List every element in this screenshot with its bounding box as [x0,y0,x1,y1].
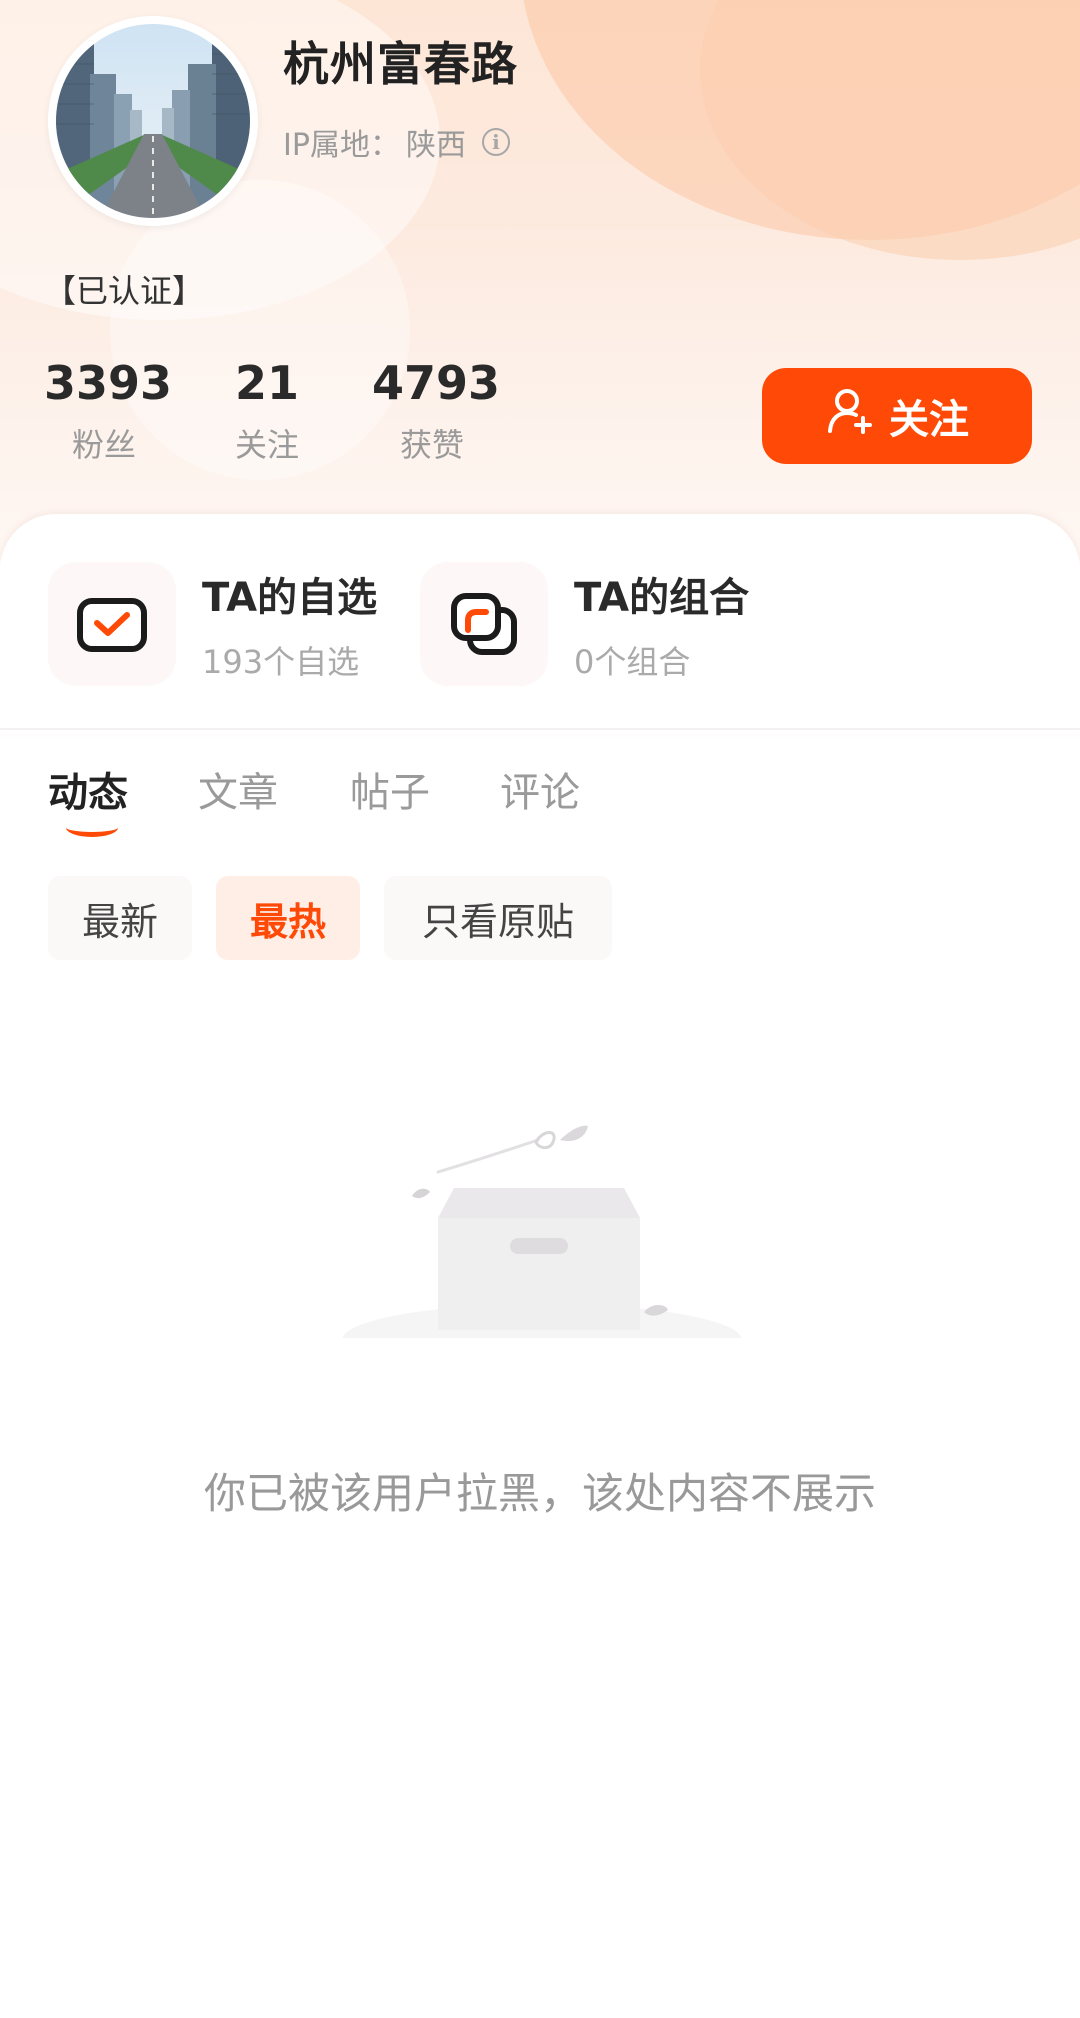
stat-label: 粉丝 [71,426,136,464]
stat-following[interactable]: 21 关注 [222,360,312,466]
tab-articles[interactable]: 文章 [198,760,278,818]
follow-button[interactable]: 关注 [762,368,1032,464]
watchlist-check-icon [48,562,176,686]
tab-feed[interactable]: 动态 [48,760,128,818]
profile-header: 杭州富春路 IP属地： 陕西 i 【已认证】 3393 粉丝 21 关注 479… [0,0,1080,560]
stat-value: 4793 [372,356,501,410]
tab-comments[interactable]: 评论 [500,760,580,818]
stat-value: 3393 [44,356,173,410]
blocked-message: 你已被该用户拉黑，该处内容不展示 [203,1469,876,1518]
watchlist-entry[interactable]: TA的自选 193个自选 [48,562,377,686]
add-user-icon [825,386,875,446]
entry-subtitle: 0个组合 [574,643,691,681]
filter-latest[interactable]: 最新 [48,876,192,960]
avatar-image [56,24,250,218]
active-tab-indicator [66,818,118,837]
entry-subtitle: 193个自选 [202,643,360,681]
tab-posts[interactable]: 帖子 [350,760,430,818]
portfolio-text: TA的组合 0个组合 [574,565,749,683]
watchlist-text: TA的自选 193个自选 [202,565,377,683]
info-icon[interactable]: i [481,128,510,156]
avatar[interactable] [48,16,258,226]
stat-label: 获赞 [399,426,464,464]
username: 杭州富春路 [283,37,518,91]
filter-hottest[interactable]: 最热 [216,876,360,960]
stat-value: 21 [234,356,299,410]
entry-title: TA的自选 [202,575,378,621]
empty-box-icon [338,1120,746,1376]
verified-badge: 【已认证】 [44,272,205,310]
entries-card: TA的自选 193个自选 TA的组合 0个组合 [0,514,1080,734]
section-divider [0,728,1080,730]
ip-location: 陕西 [405,128,466,163]
filter-original-only[interactable]: 只看原贴 [384,876,612,960]
ip-location-row: IP属地： 陕西 i [283,120,510,164]
follow-button-label: 关注 [889,397,969,443]
ip-label: IP属地： [283,128,400,163]
stat-fans[interactable]: 3393 粉丝 [44,356,173,466]
portfolio-entry[interactable]: TA的组合 0个组合 [420,562,749,686]
stat-label: 关注 [234,426,299,464]
stat-likes[interactable]: 4793 获赞 [372,356,501,466]
entry-title: TA的组合 [574,575,750,621]
stats-row: 3393 粉丝 21 关注 4793 获赞 [0,360,560,470]
portfolio-combo-icon [420,562,548,686]
